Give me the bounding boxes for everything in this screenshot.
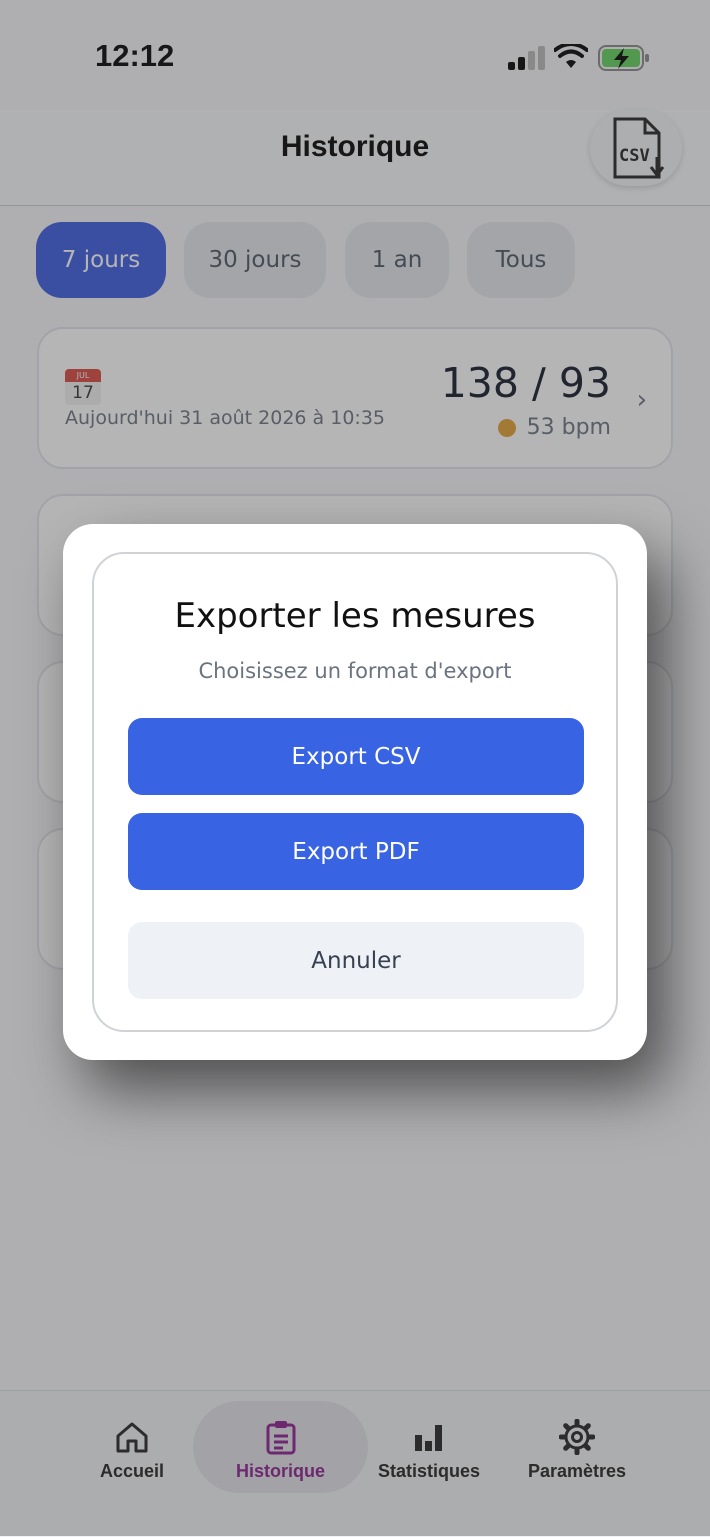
export-csv-button[interactable]: Export CSV	[128, 718, 584, 795]
export-pdf-button[interactable]: Export PDF	[128, 813, 584, 890]
modal-subtitle: Choisissez un format d'export	[198, 659, 512, 683]
export-modal: Exporter les mesures Choisissez un forma…	[63, 524, 647, 1060]
cancel-button[interactable]: Annuler	[128, 922, 584, 999]
export-modal-content: Exporter les mesures Choisissez un forma…	[92, 552, 618, 1032]
modal-title: Exporter les mesures	[174, 596, 536, 636]
app-screen: 12:12 Historique CSV 7 jours 30 jours 1 …	[0, 0, 710, 1537]
